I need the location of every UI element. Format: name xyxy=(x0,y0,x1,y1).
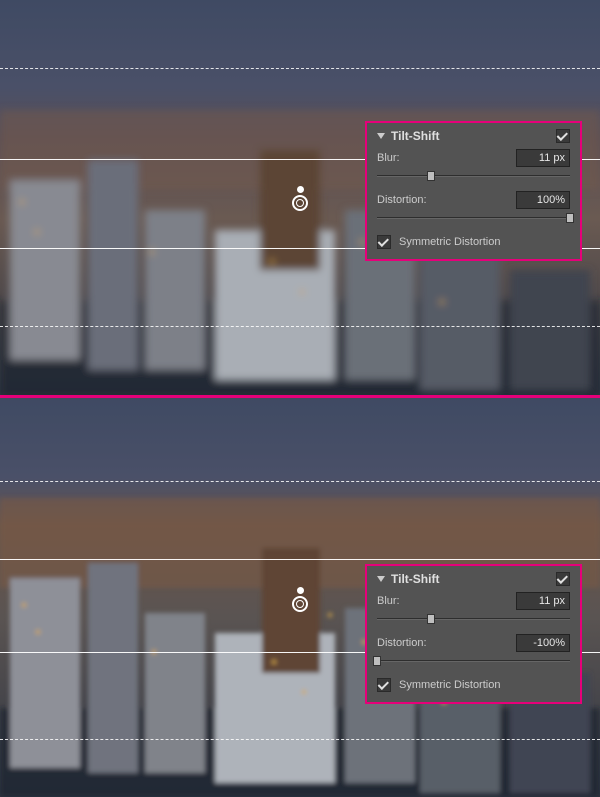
symmetric-label: Symmetric Distortion xyxy=(399,679,500,691)
blur-slider[interactable] xyxy=(377,169,570,183)
enable-checkbox[interactable] xyxy=(556,572,570,586)
symmetric-checkbox[interactable] xyxy=(377,678,391,692)
chevron-down-icon[interactable] xyxy=(377,576,385,582)
blur-slider[interactable] xyxy=(377,612,570,626)
distortion-slider[interactable] xyxy=(377,211,570,225)
blur-value-input[interactable]: 11 px xyxy=(516,592,570,610)
distortion-slider[interactable] xyxy=(377,654,570,668)
preview-top: Tilt-Shift Blur: 11 px Distortion: 100% … xyxy=(0,0,600,398)
tilt-shift-panel: Tilt-Shift Blur: 11 px Distortion: -100%… xyxy=(365,564,582,704)
preview-bottom: Tilt-Shift Blur: 11 px Distortion: -100%… xyxy=(0,398,600,797)
distortion-label: Distortion: xyxy=(377,637,427,649)
panel-title: Tilt-Shift xyxy=(391,129,439,143)
distortion-value-input[interactable]: -100% xyxy=(516,634,570,652)
distortion-value-input[interactable]: 100% xyxy=(516,191,570,209)
blur-value-input[interactable]: 11 px xyxy=(516,149,570,167)
tilt-shift-panel: Tilt-Shift Blur: 11 px Distortion: 100% … xyxy=(365,121,582,261)
blur-label: Blur: xyxy=(377,595,400,607)
enable-checkbox[interactable] xyxy=(556,129,570,143)
symmetric-label: Symmetric Distortion xyxy=(399,236,500,248)
comparison-stack: Tilt-Shift Blur: 11 px Distortion: 100% … xyxy=(0,0,600,797)
chevron-down-icon[interactable] xyxy=(377,133,385,139)
symmetric-checkbox[interactable] xyxy=(377,235,391,249)
blur-label: Blur: xyxy=(377,152,400,164)
panel-title: Tilt-Shift xyxy=(391,572,439,586)
distortion-label: Distortion: xyxy=(377,194,427,206)
